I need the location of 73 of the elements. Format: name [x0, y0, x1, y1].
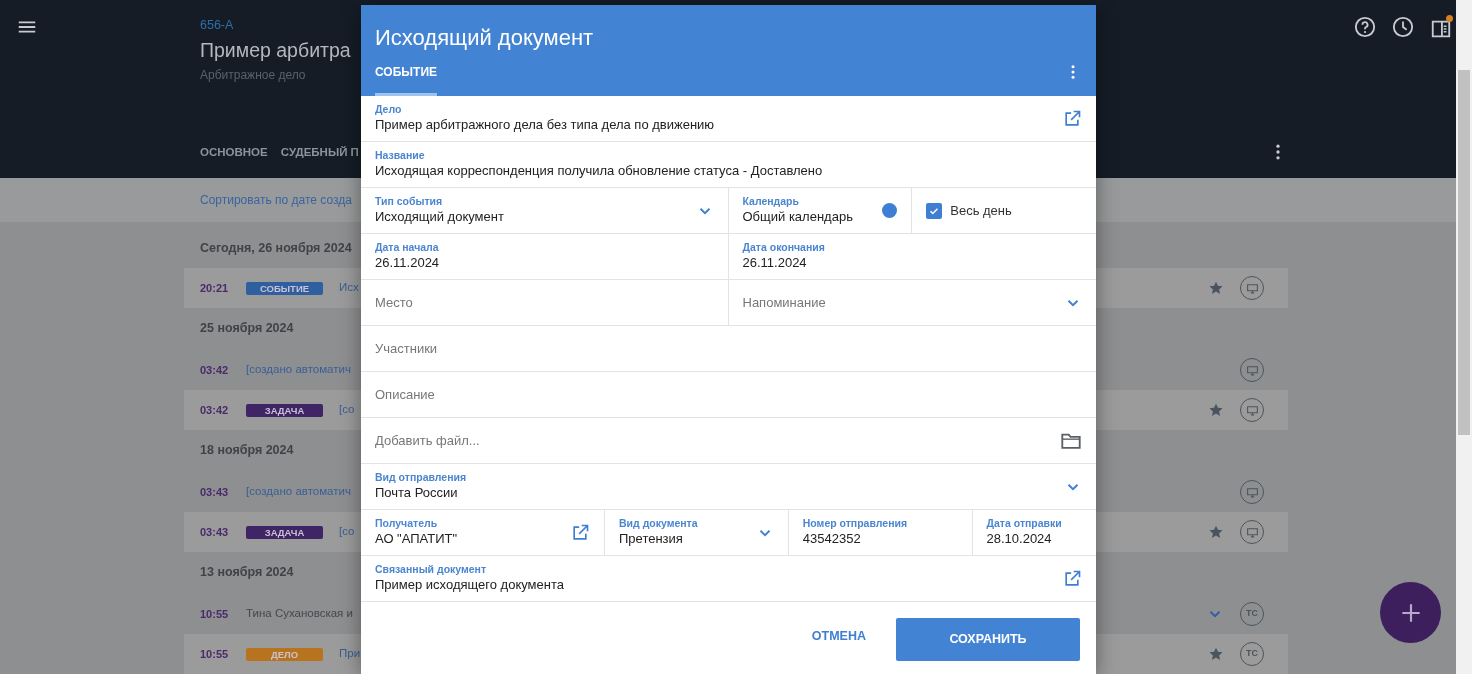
tab[interactable]: СОБЫТИЕ	[375, 63, 438, 96]
input-field[interactable]: Участники	[375, 338, 1082, 359]
entry-time: 03:42	[200, 402, 230, 418]
field-label: Номер отправления	[802, 516, 908, 529]
field-label: Вид документа	[619, 516, 698, 529]
add-button[interactable]	[1380, 582, 1441, 643]
input-field[interactable]: АО "АПАТИТ"	[375, 528, 562, 549]
star-icon[interactable]	[1208, 646, 1224, 662]
input-field[interactable]: Почта России	[375, 482, 1056, 503]
input-field[interactable]: Исходящая корреспонденция получила обновление статуса - Доставлено	[375, 160, 1082, 181]
clock-icon[interactable]	[1392, 16, 1414, 38]
field-label: Тип события	[375, 194, 443, 207]
case-title: Пример арбитра	[200, 38, 351, 63]
tab[interactable]: СУДЕБНЫЙ П	[280, 143, 359, 161]
input-field[interactable]: 28.10.2024	[986, 528, 1082, 549]
type-label: ДЕЛО	[246, 647, 323, 661]
date-heading: 18 ноября 2024	[200, 441, 294, 459]
date-heading: Сегодня, 26 ноября 2024	[200, 239, 352, 257]
input-field[interactable]: Пример исходящего документа	[375, 574, 1054, 595]
field-label: Получатель	[375, 516, 438, 529]
input-field[interactable]: 26.11.2024	[742, 252, 1082, 273]
input-field[interactable]: Напоминание	[742, 292, 1056, 313]
input-field[interactable]: Пример арбитражного дела без типа дела по движению	[375, 114, 1054, 135]
case-number: 656-А	[200, 17, 234, 34]
monitor-icon	[1245, 485, 1259, 499]
field-label: Дата окончания	[742, 240, 825, 253]
case-subtitle: Арбитражное дело	[200, 67, 306, 85]
field-label: Дело	[375, 102, 402, 115]
field-label: Дата отправки	[986, 516, 1062, 529]
tab[interactable]: ОСНОВНОЕ	[200, 143, 268, 161]
checkbox[interactable]	[926, 202, 943, 219]
field-label: Календарь	[742, 194, 799, 207]
entry-time: 03:43	[200, 524, 230, 540]
star-icon[interactable]	[1208, 402, 1224, 418]
input-field[interactable]: Исходящий документ	[375, 206, 688, 227]
dialog-title: Исходящий документ	[374, 24, 595, 52]
monitor-icon	[1245, 363, 1259, 377]
monitor-icon	[1245, 281, 1259, 295]
checkbox-label: Весь день	[950, 201, 1012, 220]
save-button[interactable]: СОХРАНИТЬ	[896, 618, 1080, 661]
monitor-icon	[1245, 525, 1259, 539]
input-field[interactable]: 43542352	[802, 528, 958, 549]
input-field[interactable]: Описание	[375, 384, 1082, 405]
scrollbar[interactable]	[1456, 0, 1472, 674]
entry-time: 03:42	[200, 362, 230, 378]
cancel-button[interactable]: ОТМЕНА	[805, 626, 872, 647]
scrollbar-thumb[interactable]	[1458, 70, 1470, 435]
entry-time: 20:21	[200, 280, 230, 296]
external-link-icon[interactable]	[570, 522, 590, 543]
field-label: Дата начала	[375, 240, 439, 253]
entry-time: 03:43	[200, 484, 230, 500]
entry-text: Тина Сухановская и	[246, 606, 353, 622]
external-link-icon[interactable]	[1062, 568, 1082, 589]
type-label: ЗАДАЧА	[246, 525, 323, 539]
field-label: Вид отправления	[375, 470, 467, 483]
type-label: СОБЫТИЕ	[246, 281, 323, 295]
input-field[interactable]: Общий календарь	[742, 206, 875, 227]
date-heading: 25 ноября 2024	[200, 319, 294, 337]
input-field[interactable]: 26.11.2024	[375, 252, 714, 273]
input-field[interactable]: Претензия	[619, 528, 748, 549]
entry-time: 10:55	[200, 646, 230, 662]
input-field[interactable]: Место	[375, 292, 714, 313]
entry-time: 10:55	[200, 606, 230, 622]
star-icon[interactable]	[1208, 524, 1224, 540]
monitor-icon	[1245, 403, 1259, 417]
external-link-icon[interactable]	[1062, 108, 1082, 129]
field-label: Название	[375, 148, 425, 161]
star-icon[interactable]	[1208, 280, 1224, 296]
date-heading: 13 ноября 2024	[200, 563, 294, 581]
type-label: ЗАДАЧА	[246, 403, 323, 417]
help-icon[interactable]	[1354, 16, 1376, 38]
input-field[interactable]: Добавить файл...	[375, 430, 1052, 451]
field-label: Связанный документ	[375, 562, 487, 575]
